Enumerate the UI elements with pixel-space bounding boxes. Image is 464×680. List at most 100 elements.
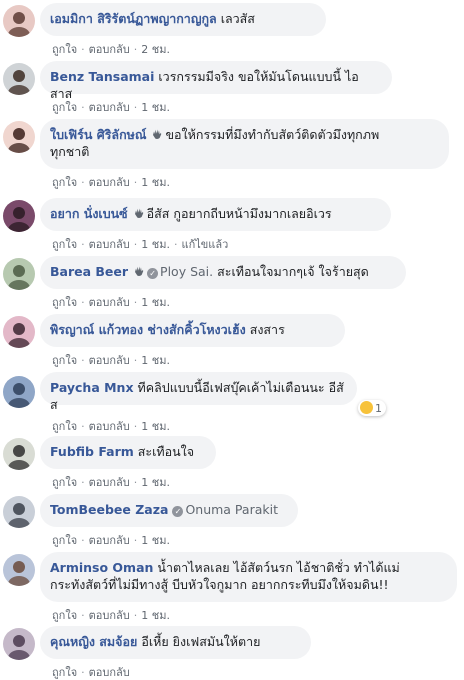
comment-timestamp[interactable]: 1 ชม. bbox=[141, 417, 170, 435]
comment-text: สะเทือนใจมากๆเจ้ ใจร้ายสุด bbox=[217, 264, 369, 279]
comment-author[interactable]: ใบเฟิร์น ศิริลักษณ์ bbox=[50, 127, 146, 142]
comment-bubble: TomBeebee Zaza ✓ Onuma Parakit bbox=[40, 494, 298, 527]
avatar[interactable] bbox=[3, 438, 35, 470]
avatar[interactable] bbox=[3, 63, 35, 95]
like-link[interactable]: ถูกใจ bbox=[52, 473, 77, 491]
comment-timestamp[interactable]: 1 ชม. bbox=[141, 235, 170, 253]
separator: · bbox=[133, 296, 138, 309]
like-link[interactable]: ถูกใจ bbox=[52, 606, 77, 624]
wave-hand-icon bbox=[153, 129, 162, 139]
comment-author[interactable]: TomBeebee Zaza bbox=[50, 502, 168, 517]
reply-link[interactable]: ตอบกลับ bbox=[89, 351, 130, 369]
comment-bubble: Fubfib Farm สะเทือนใจ bbox=[40, 436, 216, 469]
separator: · bbox=[81, 43, 85, 56]
avatar[interactable] bbox=[3, 316, 35, 348]
avatar[interactable] bbox=[3, 258, 35, 290]
comment-timestamp[interactable]: 1 ชม. bbox=[141, 606, 170, 624]
separator: · bbox=[81, 666, 85, 679]
separator: · bbox=[81, 609, 85, 622]
comment-timestamp[interactable]: 1 ชม. bbox=[141, 173, 170, 191]
reply-link[interactable]: ตอบกลับ bbox=[89, 173, 130, 191]
separator: · bbox=[81, 476, 85, 489]
comment-text: น้ำตาไหลเลย ไอ้สัตว์นรก ไอ้ชาติชั่ว ทำได… bbox=[157, 560, 400, 575]
reply-link[interactable]: ตอบกลับ bbox=[89, 663, 130, 680]
wave-hand-icon bbox=[135, 266, 144, 276]
like-link[interactable]: ถูกใจ bbox=[52, 235, 77, 253]
like-link[interactable]: ถูกใจ bbox=[52, 663, 77, 680]
comment-author[interactable]: Benz Tansamai bbox=[50, 69, 154, 84]
avatar[interactable] bbox=[3, 554, 35, 586]
avatar[interactable] bbox=[3, 121, 35, 153]
avatar[interactable] bbox=[3, 628, 35, 660]
comment-timestamp[interactable]: 1 ชม. bbox=[141, 293, 170, 311]
comment-bubble: ใบเฟิร์น ศิริลักษณ์ ขอให้กรรมที่มึงทำกับส… bbox=[40, 119, 449, 169]
comment-bubble: Arminso Oman น้ำตาไหลเลย ไอ้สัตว์นรก ไอ้ช… bbox=[40, 552, 457, 602]
reply-link[interactable]: ตอบกลับ bbox=[89, 531, 130, 549]
like-link[interactable]: ถูกใจ bbox=[52, 173, 77, 191]
separator: · bbox=[81, 534, 85, 547]
like-link[interactable]: ถูกใจ bbox=[52, 417, 77, 435]
reply-link[interactable]: ตอบกลับ bbox=[89, 417, 130, 435]
mention-link[interactable]: Onuma Parakit bbox=[185, 502, 278, 517]
comment-author[interactable]: เอมมิกา สิริรัตน์ฏาพญากาญกูล bbox=[50, 11, 217, 26]
avatar[interactable] bbox=[3, 200, 35, 232]
separator: · bbox=[133, 101, 138, 114]
comment-timestamp[interactable]: 2 ชม. bbox=[141, 40, 170, 58]
like-link[interactable]: ถูกใจ bbox=[52, 40, 77, 58]
avatar[interactable] bbox=[3, 5, 35, 37]
reaction-badge[interactable]: 1 bbox=[358, 400, 386, 416]
comment-bubble: คุณหญิง สมจ้อย อีเหี้ย ยิงเฟสมันให้ตาย bbox=[40, 626, 311, 659]
sad-reaction-icon bbox=[360, 401, 373, 414]
comment-actions: ถูกใจ · ตอบกลับ · 2 ชม. bbox=[52, 40, 170, 58]
separator: · bbox=[81, 420, 85, 433]
separator: · bbox=[173, 238, 178, 251]
separator: · bbox=[81, 354, 85, 367]
comment-actions: ถูกใจ · ตอบกลับ · 1 ชม. · แก้ไขแล้ว bbox=[52, 235, 228, 253]
reply-link[interactable]: ตอบกลับ bbox=[89, 293, 130, 311]
comment-author[interactable]: Arminso Oman bbox=[50, 560, 153, 575]
comment-text: สะเทือนใจ bbox=[137, 444, 195, 459]
avatar[interactable] bbox=[3, 376, 35, 408]
reply-link[interactable]: ตอบกลับ bbox=[89, 40, 130, 58]
comment-bubble: Paycha Mnx ทีคลิปแบบนี้อีเฟสบุ๊คเค้าไม่เต… bbox=[40, 372, 357, 412]
comment-text: ขอให้กรรมที่มึงทำกับสัตว์ติดตัวมึงทุกภพ bbox=[165, 127, 380, 142]
comment-timestamp[interactable]: 1 ชม. bbox=[141, 98, 170, 116]
comment-bubble: เอมมิกา สิริรัตน์ฏาพญากาญกูล เลวสัส bbox=[40, 3, 326, 36]
comment-author[interactable]: Fubfib Farm bbox=[50, 444, 134, 459]
mention-link[interactable]: Ploy Sai. bbox=[160, 264, 213, 279]
separator: · bbox=[133, 534, 138, 547]
comment-bubble: อยาก นั่งเบนซ์ อีสัส กูอยากถีบหน้ามึงมากเ… bbox=[40, 198, 391, 231]
avatar[interactable] bbox=[3, 496, 35, 528]
comment-author[interactable]: Barea Beer bbox=[50, 264, 128, 279]
comment-author[interactable]: คุณหญิง สมจ้อย bbox=[50, 634, 137, 649]
reply-link[interactable]: ตอบกลับ bbox=[89, 473, 130, 491]
comment-timestamp[interactable]: 1 ชม. bbox=[141, 351, 170, 369]
like-link[interactable]: ถูกใจ bbox=[52, 98, 77, 116]
reply-link[interactable]: ตอบกลับ bbox=[89, 98, 130, 116]
separator: · bbox=[133, 238, 138, 251]
comment-actions: ถูกใจ · ตอบกลับ · 1 ชม. bbox=[52, 293, 170, 311]
comment-actions: ถูกใจ · ตอบกลับ · 1 ชม. bbox=[52, 351, 170, 369]
comment-timestamp[interactable]: 1 ชม. bbox=[141, 531, 170, 549]
reply-link[interactable]: ตอบกลับ bbox=[89, 235, 130, 253]
like-link[interactable]: ถูกใจ bbox=[52, 293, 77, 311]
comment-actions: ถูกใจ · ตอบกลับ bbox=[52, 663, 130, 680]
comment-timestamp[interactable]: 1 ชม. bbox=[141, 473, 170, 491]
comment-author[interactable]: พิรญาณ์ แก้วทอง ช่างสักคิ้วโหงวเฮ้ง bbox=[50, 322, 246, 337]
comment-author[interactable]: อยาก นั่งเบนซ์ bbox=[50, 206, 128, 221]
comment-bubble: Benz Tansamai เวรกรรมมีจริง ขอให้มันโดนแบ… bbox=[40, 61, 392, 101]
separator: · bbox=[133, 176, 138, 189]
edited-label[interactable]: แก้ไขแล้ว bbox=[181, 235, 228, 253]
comment-text: กระทังสัตว์ที่ไม่มีทางสู้ บีบหัวใจกูมาก … bbox=[50, 577, 389, 592]
comment-actions: ถูกใจ · ตอบกลับ · 1 ชม. bbox=[52, 173, 170, 191]
separator: · bbox=[133, 420, 138, 433]
like-link[interactable]: ถูกใจ bbox=[52, 351, 77, 369]
comment-actions: ถูกใจ · ตอบกลับ · 1 ชม. bbox=[52, 606, 170, 624]
comment-bubble: Barea Beer ✓ Ploy Sai. สะเทือนใจมากๆเจ้ ใจ… bbox=[40, 256, 406, 289]
comment-text: อีเหี้ย ยิงเฟสมันให้ตาย bbox=[141, 634, 261, 649]
separator: · bbox=[81, 176, 85, 189]
reply-link[interactable]: ตอบกลับ bbox=[89, 606, 130, 624]
like-link[interactable]: ถูกใจ bbox=[52, 531, 77, 549]
comment-author[interactable]: Paycha Mnx bbox=[50, 380, 134, 395]
comment-text: ทุกชาติ bbox=[50, 144, 90, 159]
